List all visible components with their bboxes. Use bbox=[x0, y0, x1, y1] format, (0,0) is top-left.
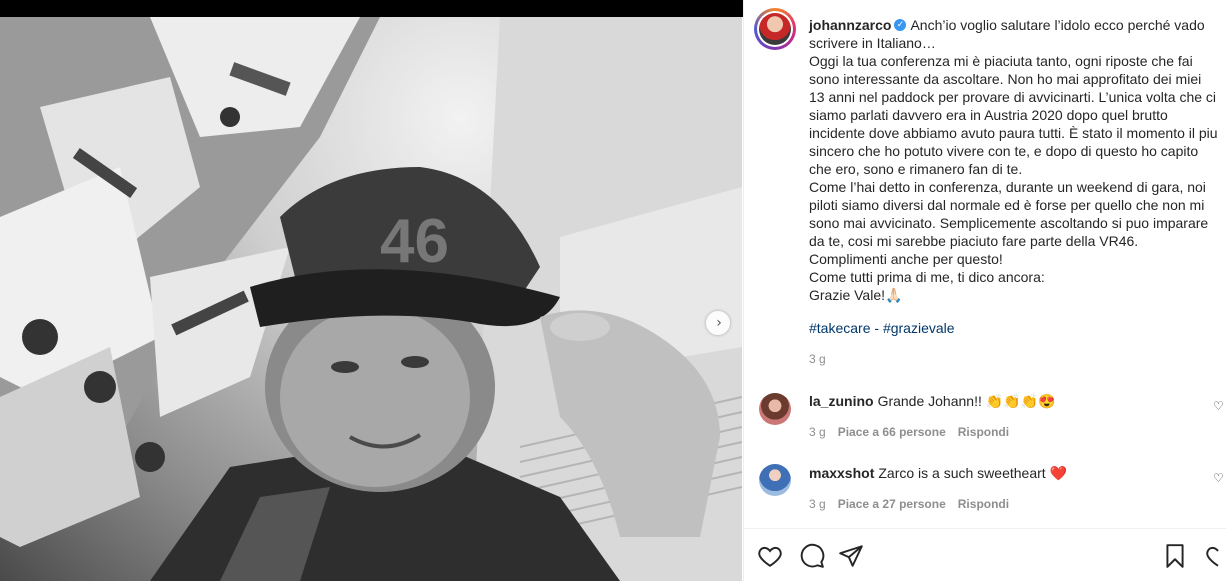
heart-icon bbox=[1206, 546, 1219, 567]
avatar-image bbox=[759, 13, 791, 45]
bookmark-icon bbox=[1166, 544, 1184, 568]
caption-paragraph: Oggi la tua conferenza mi è piaciuta tan… bbox=[809, 53, 1218, 177]
more-options-button[interactable] bbox=[1205, 543, 1226, 569]
paper-plane-icon bbox=[839, 545, 863, 567]
post-timestamp[interactable]: 3 g bbox=[809, 352, 826, 366]
carousel-next-button[interactable]: › bbox=[706, 311, 730, 335]
caption-paragraph: Grazie Vale!🙏🏻 bbox=[809, 287, 903, 303]
verified-badge-icon: ✓ bbox=[894, 19, 907, 32]
hashtags: #takecare - #grazievale bbox=[809, 320, 955, 336]
photo-illustration: 46 bbox=[0, 17, 742, 581]
chevron-right-icon: › bbox=[716, 315, 722, 331]
comment-username[interactable]: la_zunino bbox=[809, 393, 874, 409]
comment: maxxshot Zarco is a such sweetheart ❤️ bbox=[809, 465, 1067, 482]
hashtag-separator: - bbox=[870, 320, 883, 336]
reply-button[interactable]: Rispondi bbox=[958, 497, 1009, 511]
caption-paragraph: Complimenti anche per questo! bbox=[809, 251, 1003, 267]
like-button[interactable] bbox=[757, 543, 783, 569]
reply-button[interactable]: Rispondi bbox=[958, 425, 1009, 439]
comment-icon bbox=[800, 543, 825, 568]
comment-likes[interactable]: Piace a 27 persone bbox=[838, 497, 946, 511]
caption-paragraph: Come tutti prima di me, ti dico ancora: bbox=[809, 269, 1045, 285]
hashtag-link[interactable]: #takecare bbox=[809, 320, 870, 336]
comment-username[interactable]: maxxshot bbox=[809, 465, 874, 481]
comment-likes[interactable]: Piace a 66 persone bbox=[838, 425, 946, 439]
comment-text: Grande Johann!! 👏👏👏😍 bbox=[877, 393, 1056, 409]
actions-divider bbox=[743, 528, 1226, 529]
comment-button[interactable] bbox=[799, 543, 825, 569]
hashtag-link[interactable]: #grazievale bbox=[883, 320, 955, 336]
comment-time[interactable]: 3 g bbox=[809, 425, 826, 439]
share-button[interactable] bbox=[838, 543, 864, 569]
post-caption: johannzarco ✓ Anch’io voglio salutare l’id… bbox=[809, 16, 1219, 304]
comment-like-heart-icon[interactable]: ♡ bbox=[1213, 471, 1224, 485]
comment-like-heart-icon[interactable]: ♡ bbox=[1213, 399, 1224, 413]
comment-avatar[interactable] bbox=[759, 393, 791, 425]
cap-number: 46 bbox=[380, 207, 449, 276]
comment-avatar[interactable] bbox=[759, 464, 791, 496]
save-button[interactable] bbox=[1162, 543, 1188, 569]
caption-paragraph: Come l’hai detto in conferenza, durante … bbox=[809, 179, 1209, 249]
heart-icon bbox=[758, 546, 782, 567]
comment: la_zunino Grande Johann!! 👏👏👏😍 bbox=[809, 393, 1055, 410]
author-username[interactable]: johannzarco bbox=[809, 17, 891, 33]
comment-time[interactable]: 3 g bbox=[809, 497, 826, 511]
comment-text: Zarco is a such sweetheart ❤️ bbox=[878, 465, 1067, 481]
comment-meta: 3 g Piace a 66 persone Rispondi bbox=[809, 425, 1009, 439]
author-avatar[interactable] bbox=[754, 8, 796, 50]
comment-meta: 3 g Piace a 27 persone Rispondi bbox=[809, 497, 1009, 511]
post-photo[interactable]: 46 › bbox=[0, 17, 742, 581]
